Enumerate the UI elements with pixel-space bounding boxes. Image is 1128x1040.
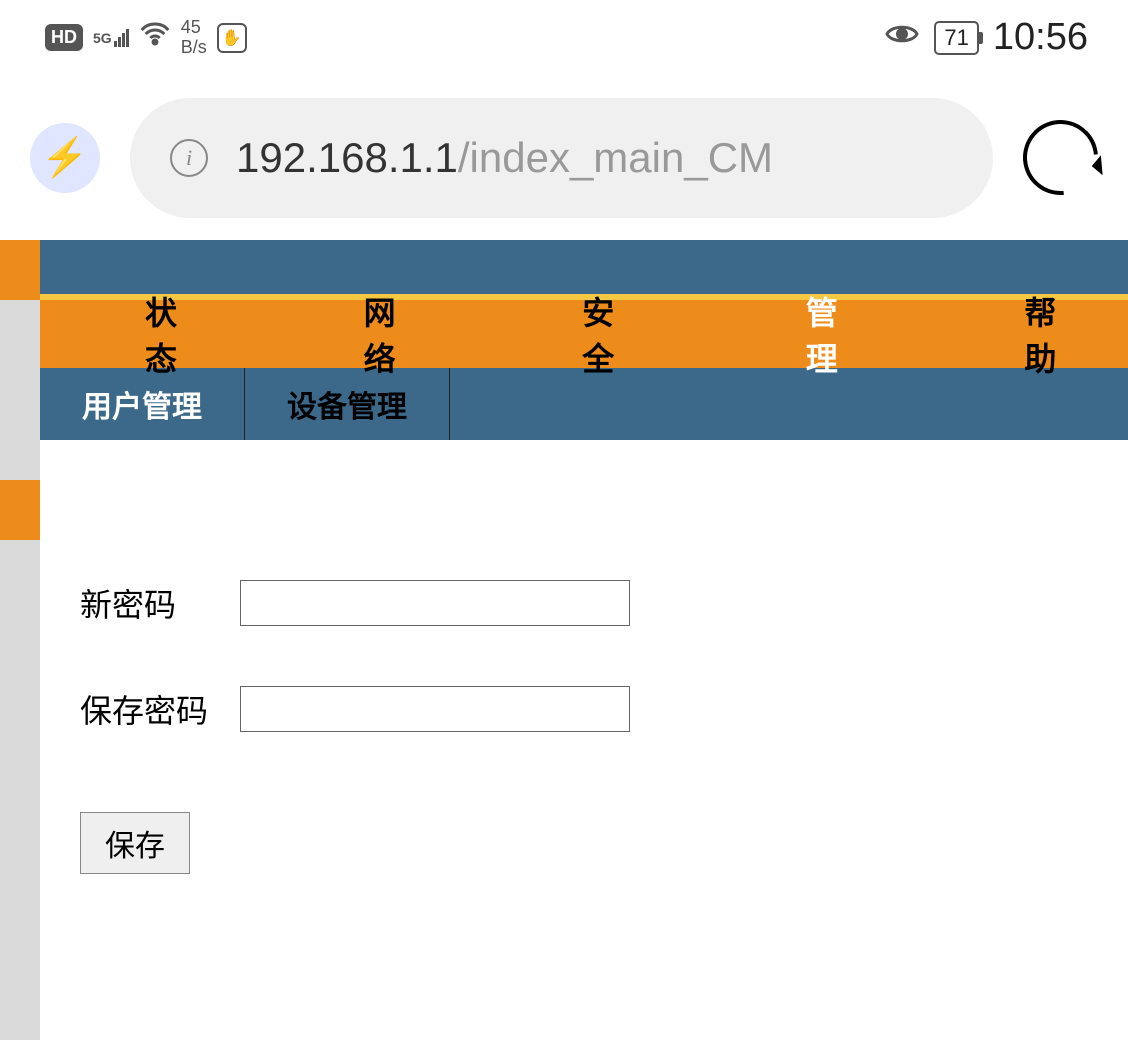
status-bar: HD 5G 45 B/s ✋ 71 1 [0,0,1128,75]
nav-help[interactable]: 帮助 [969,288,1128,380]
nav-manage[interactable]: 管理 [751,288,910,380]
router-page: 状态 网络 安全 管理 帮助 用户管理 设备管理 新密码 保存密码 保存 [0,240,1128,1040]
nav-status[interactable]: 状态 [90,288,249,380]
confirm-password-label: 保存密码 [80,686,210,732]
status-right: 71 10:56 [884,16,1088,59]
info-icon[interactable]: i [170,139,208,177]
new-password-label: 新密码 [80,580,210,626]
content: 新密码 保存密码 保存 [40,440,1128,914]
subnav-device-manage[interactable]: 设备管理 [245,368,450,440]
subnav-user-manage[interactable]: 用户管理 [40,368,245,440]
confirm-password-input[interactable] [240,686,630,732]
url-text: 192.168.1.1/index_main_CM [236,134,773,182]
side-strip [0,240,40,1040]
nav-security[interactable]: 安全 [527,288,686,380]
nav-network[interactable]: 网络 [309,288,468,380]
battery-indicator: 71 [934,21,978,55]
block-icon: ✋ [217,23,247,53]
url-bar[interactable]: i 192.168.1.1/index_main_CM [130,98,993,218]
router-body: 状态 网络 安全 管理 帮助 用户管理 设备管理 新密码 保存密码 保存 [40,240,1128,1040]
hd-badge: HD [45,24,83,51]
main-nav: 状态 网络 安全 管理 帮助 [40,300,1128,368]
signal-5g-icon: 5G [93,29,129,47]
wifi-icon [139,18,171,57]
eye-icon [884,16,920,59]
form-row-new-password: 新密码 [80,580,1088,626]
refresh-button[interactable] [1008,105,1114,211]
clock: 10:56 [993,16,1088,59]
status-left: HD 5G 45 B/s ✋ [45,18,247,58]
browser-bar: ⚡ i 192.168.1.1/index_main_CM [0,75,1128,240]
network-rate: 45 B/s [181,18,207,58]
amp-icon[interactable]: ⚡ [30,123,100,193]
form-row-confirm-password: 保存密码 [80,686,1088,732]
save-button[interactable]: 保存 [80,812,190,874]
new-password-input[interactable] [240,580,630,626]
